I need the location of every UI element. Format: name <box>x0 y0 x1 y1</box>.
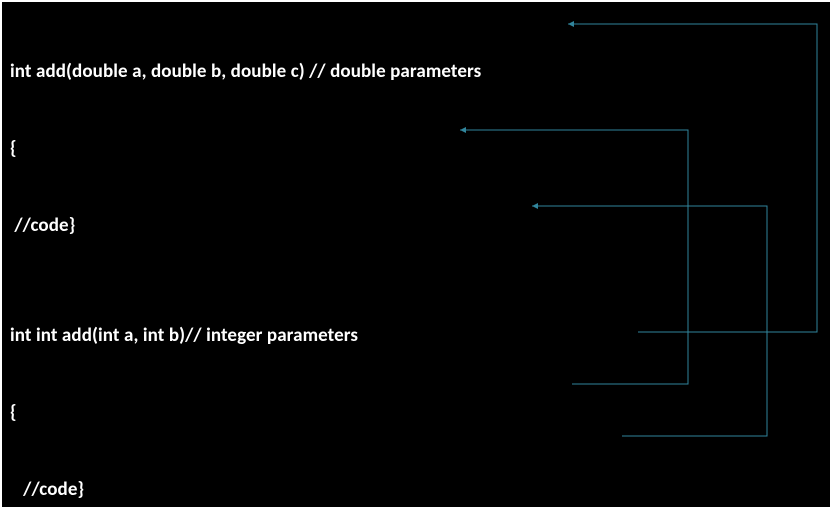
code-block: int add(double a, double b, double c) //… <box>10 8 822 509</box>
code-body-double: //code} <box>10 213 822 239</box>
code-diagram-panel: int add(double a, double b, double c) //… <box>0 0 832 509</box>
decl-int-line: int int add(int a, int b)// integer para… <box>10 323 822 349</box>
code-body-int: //code} <box>10 477 822 503</box>
comment-int: // integer parameters <box>185 324 358 347</box>
brace-open: { <box>10 136 822 162</box>
type-int-inner: int add(int a, int b) <box>36 324 185 347</box>
decl-double-line: int add(double a, double b, double c) //… <box>10 59 822 85</box>
brace-open-int: { <box>10 400 822 426</box>
type-int-outer: int <box>10 324 36 347</box>
